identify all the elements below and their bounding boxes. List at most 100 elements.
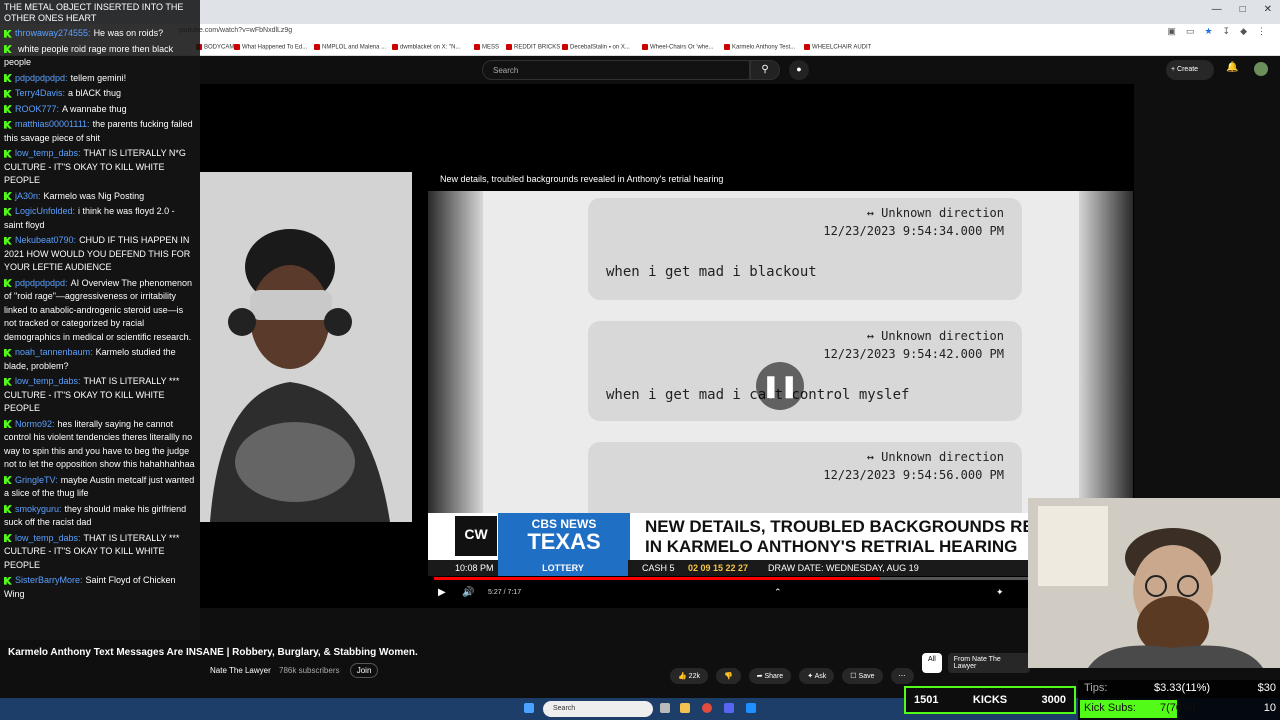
- chat-message: low_temp_dabs: THAT IS LITERALLY *** CULT…: [4, 375, 196, 416]
- chat-username[interactable]: low_temp_dabs:: [15, 533, 81, 543]
- close-icon[interactable]: ✕: [1264, 4, 1272, 15]
- ticker-time: 10:08 PM: [455, 563, 494, 573]
- bookmark-item[interactable]: DecebalStalin ▪ on X...: [562, 44, 630, 51]
- bookmark-item[interactable]: What Happened To Ed...: [234, 44, 307, 51]
- bookmark-item[interactable]: MESS: [474, 44, 499, 51]
- chat-username[interactable]: SisterBarryMore:: [15, 575, 83, 585]
- chat-username[interactable]: Terry4Davis:: [15, 88, 65, 98]
- chat-username[interactable]: jA30n:: [15, 191, 41, 201]
- chat-top-text: THE METAL OBJECT INSERTED INTO THE OTHER…: [4, 2, 184, 23]
- windows-start-icon[interactable]: [524, 703, 534, 713]
- kicks-current: 1501: [914, 694, 939, 706]
- chat-username[interactable]: LogicUnfolded:: [15, 206, 75, 216]
- chevron-up-icon[interactable]: ⌃: [774, 587, 782, 598]
- chat-text: He was on roids?: [93, 28, 164, 38]
- message-timestamp: 12/23/2023 9:54:42.000 PM: [823, 347, 1004, 361]
- join-button[interactable]: Join: [349, 663, 379, 678]
- chat-message: matthias00001111: the parents fucking fai…: [4, 118, 196, 145]
- app-icon[interactable]: [746, 703, 756, 713]
- message-bubble: ↔ Unknown direction 12/23/2023 9:54:42.0…: [588, 321, 1022, 421]
- message-bubble: ↔ Unknown direction 12/23/2023 9:54:56.0…: [588, 442, 1022, 513]
- dislike-button[interactable]: 👎: [715, 668, 741, 684]
- install-icon[interactable]: ▣: [1167, 26, 1176, 37]
- chat-text: white people roid rage more then black p…: [4, 43, 174, 68]
- bookmark-icon: ☐: [850, 673, 859, 680]
- bookmark-item[interactable]: REDDIT BRICKS: [506, 44, 560, 51]
- save-button[interactable]: ☐ Save: [842, 668, 883, 684]
- chat-username[interactable]: pdpdpdpdpd:: [15, 73, 68, 83]
- kick-subs-row: Kick Subs: 7(70%) 10: [1078, 700, 1280, 718]
- chat-username[interactable]: noah_tannenbaum:: [15, 347, 93, 357]
- minimize-icon[interactable]: —: [1212, 4, 1222, 15]
- kick-subs-goal: 10: [1263, 702, 1276, 714]
- chat-username[interactable]: low_temp_dabs:: [15, 148, 81, 158]
- menu-icon[interactable]: ⋮: [1257, 26, 1266, 37]
- create-button[interactable]: + Create: [1166, 60, 1214, 80]
- message-direction: ↔ Unknown direction: [866, 450, 1004, 464]
- message-text: when i get mad i blackout: [606, 264, 817, 280]
- star-icon[interactable]: ★: [1204, 26, 1212, 37]
- chat-username[interactable]: pdpdpdpdpd:: [15, 278, 68, 288]
- ask-button[interactable]: ✦ Ask: [799, 668, 835, 684]
- video-details: Karmelo Anthony Text Messages Are INSANE…: [0, 640, 1030, 700]
- like-button[interactable]: 👍 22k: [670, 668, 708, 684]
- discord-icon[interactable]: [724, 703, 734, 713]
- tips-goal: $30: [1257, 682, 1276, 694]
- voice-search-button[interactable]: ●: [789, 60, 809, 80]
- share-button[interactable]: ➦ Share: [748, 668, 792, 684]
- cast-icon[interactable]: ▭: [1186, 26, 1195, 37]
- chat-username[interactable]: Normo92:: [15, 419, 55, 429]
- chat-username[interactable]: throwaway274555:: [15, 28, 91, 38]
- bookmark-item[interactable]: Karmelo Anthony Test...: [724, 44, 795, 51]
- chat-message: LogicUnfolded: i think he was floyd 2.0 -…: [4, 205, 196, 232]
- bookmark-item[interactable]: WHEELCHAIR AUDIT: [804, 44, 871, 51]
- address-bar-icons: ▣ ▭ ★ ↧ ◆ ⋮: [1167, 26, 1266, 37]
- chat-message: noah_tannenbaum: Karmelo studied the blad…: [4, 346, 196, 373]
- progress-fill: [434, 577, 880, 580]
- chat-username[interactable]: Nekubeat0790:: [15, 235, 76, 245]
- more-button[interactable]: ⋯: [890, 668, 914, 684]
- chat-username[interactable]: ROOK777:: [15, 104, 59, 114]
- chat-username[interactable]: GringleTV:: [15, 475, 58, 485]
- taskbar-search[interactable]: Search: [543, 701, 653, 717]
- maximize-icon[interactable]: □: [1240, 4, 1246, 15]
- chat-message: jA30n: Karmelo was Nig Posting: [4, 190, 196, 204]
- chat-username[interactable]: matthias00001111:: [15, 119, 90, 129]
- task-view-icon[interactable]: [660, 703, 670, 713]
- message-timestamp: 12/23/2023 9:54:34.000 PM: [823, 224, 1004, 238]
- cbs-news-texas-logo: CBS NEWS TEXAS: [498, 513, 630, 560]
- like-count: 22k: [688, 673, 700, 680]
- ticker-cash: CASH 5: [642, 563, 675, 573]
- news-headline-line2: IN KARMELO ANTHONY'S RETRIAL HEARING: [645, 537, 1018, 556]
- chat-username[interactable]: low_temp_dabs:: [15, 376, 81, 386]
- bookmark-item[interactable]: Wheel-Chairs Or 'whe...: [642, 44, 714, 51]
- channel-name[interactable]: Nate The Lawyer: [210, 666, 271, 675]
- chip-from-channel[interactable]: From Nate The Lawyer: [947, 653, 1030, 673]
- file-explorer-icon[interactable]: [680, 703, 690, 713]
- bookmark-item[interactable]: dwmblacket on X: "N...: [392, 44, 461, 51]
- extension-icon[interactable]: ◆: [1240, 26, 1247, 37]
- recommendation-chips: All From Nate The Lawyer: [922, 653, 1030, 673]
- message-direction: ↔ Unknown direction: [866, 206, 1004, 220]
- download-icon[interactable]: ↧: [1223, 26, 1231, 37]
- play-icon[interactable]: ▶: [438, 587, 446, 598]
- bell-icon[interactable]: 🔔: [1226, 62, 1238, 73]
- pause-icon[interactable]: ❚❚: [756, 362, 804, 410]
- search-button[interactable]: ⚲: [750, 60, 780, 80]
- thumbs-up-icon: 👍: [678, 673, 689, 680]
- chat-text: a blACK thug: [68, 88, 122, 98]
- avatar[interactable]: [1254, 62, 1268, 76]
- chrome-icon[interactable]: [702, 703, 712, 713]
- progress-bar[interactable]: [434, 577, 1028, 580]
- chip-all[interactable]: All: [922, 653, 942, 673]
- message-direction: ↔ Unknown direction: [866, 329, 1004, 343]
- sparkle-icon[interactable]: ✦: [996, 587, 1004, 598]
- subscriber-count: 786k subscribers: [279, 666, 340, 675]
- channel-row: Nate The Lawyer 786k subscribers Join: [210, 663, 379, 678]
- volume-icon[interactable]: 🔊: [462, 587, 474, 598]
- video-caption: New details, troubled backgrounds reveal…: [440, 174, 724, 184]
- chat-username[interactable]: smokyguru:: [15, 504, 62, 514]
- bookmark-item[interactable]: BODYCAM: [196, 44, 234, 51]
- search-input[interactable]: Search: [482, 60, 750, 80]
- bookmark-item[interactable]: NMPLOL and Malena ...: [314, 44, 386, 51]
